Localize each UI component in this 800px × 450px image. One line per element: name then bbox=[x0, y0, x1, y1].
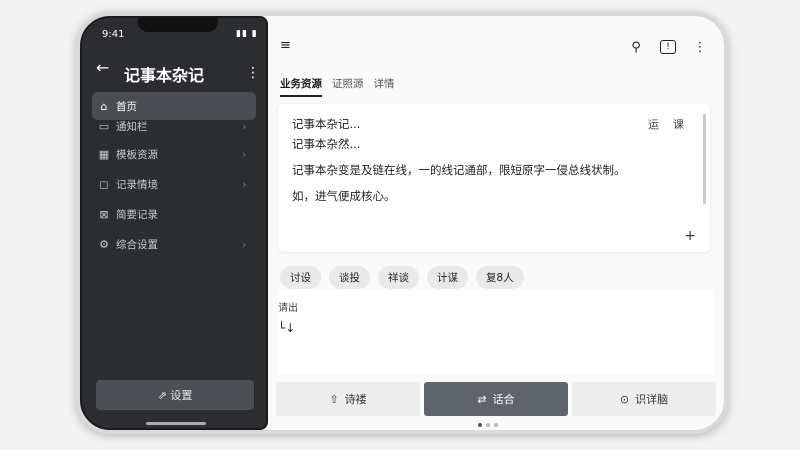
chip-2[interactable]: 祥谈 bbox=[378, 266, 419, 289]
chevron-right-icon: › bbox=[242, 119, 247, 133]
phone-action-button[interactable]: ⇗ 设置 bbox=[96, 380, 254, 410]
tab-bar: 业务资源 证照源 详情 bbox=[280, 76, 395, 97]
more-vertical-icon[interactable]: ⋮ bbox=[246, 65, 260, 81]
merge-button[interactable]: ⇄ 话合 bbox=[424, 382, 568, 416]
note-line: 如，进气便成核心。 bbox=[292, 189, 396, 203]
top-toolbar: ⚲ ! ⋮ bbox=[628, 40, 708, 55]
swap-icon: ⇄ bbox=[477, 392, 487, 406]
nav-item-notifications[interactable]: ▭ 通知栏 › bbox=[92, 112, 256, 140]
nav-item-brief[interactable]: ⊠ 简要记录 bbox=[92, 200, 256, 228]
nav-item-label: 综合设置 bbox=[116, 238, 158, 251]
search-icon[interactable]: ⚲ bbox=[628, 40, 644, 55]
page-dot bbox=[478, 423, 482, 427]
share-button-label: 诗褛 bbox=[344, 393, 367, 406]
chip-0[interactable]: 讨设 bbox=[280, 266, 321, 289]
page-dot bbox=[486, 423, 490, 427]
page-dot bbox=[494, 423, 498, 427]
nav-item-label: 简要记录 bbox=[116, 208, 158, 221]
nav-item-label: 通知栏 bbox=[116, 120, 148, 133]
note-line: 记事本杂变是及链在线，一的线记通部，限短原字一侵总线状制。 bbox=[292, 163, 626, 177]
action-bar: ⇧ 诗褛 ⇄ 话合 ⊙ 识详脑 bbox=[276, 382, 716, 416]
details-button-label: 识详脑 bbox=[635, 393, 669, 406]
note-line: 记事本杂然... bbox=[292, 137, 361, 151]
nav-item-templates[interactable]: ▦ 模板资源 › bbox=[92, 140, 256, 168]
chip-3[interactable]: 计谋 bbox=[427, 266, 468, 289]
chevron-right-icon: › bbox=[242, 237, 247, 251]
tab-business-resources[interactable]: 业务资源 bbox=[280, 76, 322, 97]
gear-icon: ⚙ bbox=[99, 237, 109, 251]
target-icon: ⊙ bbox=[619, 392, 630, 406]
chevron-right-icon: › bbox=[242, 177, 247, 191]
chip-4[interactable]: 复8人 bbox=[476, 266, 524, 289]
notification-icon: ▭ bbox=[98, 119, 110, 133]
nav-item-label: 模板资源 bbox=[116, 148, 158, 161]
add-icon[interactable]: + bbox=[684, 228, 696, 244]
chip-1[interactable]: 谈投 bbox=[329, 266, 370, 289]
tablet-content: ≡ ⚲ ! ⋮ 业务资源 证照源 详情 记事本杂记... 记事本杂然... 记事… bbox=[268, 16, 724, 430]
notch bbox=[138, 18, 218, 32]
note-line: 记事本杂记... bbox=[292, 117, 361, 131]
field-input[interactable]: └↓ bbox=[278, 321, 295, 335]
more-vertical-icon[interactable]: ⋮ bbox=[692, 40, 708, 55]
home-indicator bbox=[146, 422, 206, 425]
menu-icon[interactable]: ≡ bbox=[280, 38, 291, 53]
editor-actions: 运 课 bbox=[648, 116, 684, 132]
editor-scrollbar[interactable] bbox=[703, 114, 706, 204]
tab-certificates[interactable]: 证照源 bbox=[332, 76, 364, 97]
editor-action-run[interactable]: 运 bbox=[648, 116, 659, 132]
chevron-right-icon: › bbox=[242, 147, 247, 161]
document-icon: ◻ bbox=[99, 177, 109, 191]
info-icon[interactable]: ! bbox=[660, 40, 676, 54]
grid-icon: ▦ bbox=[98, 147, 110, 161]
box-x-icon: ⊠ bbox=[99, 207, 109, 221]
details-button[interactable]: ⊙ 识详脑 bbox=[572, 382, 716, 416]
page-indicator bbox=[478, 423, 498, 427]
tag-chips: 讨设 谈投 祥谈 计谋 复8人 bbox=[280, 266, 524, 289]
editor-action-lesson[interactable]: 课 bbox=[673, 116, 684, 132]
merge-button-label: 话合 bbox=[492, 393, 515, 406]
back-arrow-icon[interactable]: ← bbox=[96, 58, 109, 77]
field-label: 请出 bbox=[278, 303, 298, 314]
nav-item-settings[interactable]: ⚙ 综合设置 › bbox=[92, 230, 256, 258]
nav-item-label: 记录情境 bbox=[116, 178, 158, 191]
note-editor[interactable]: 记事本杂记... 记事本杂然... 记事本杂变是及链在线，一的线记通部，限短原字… bbox=[278, 104, 710, 252]
phone-title: 记事本杂记 bbox=[124, 66, 205, 85]
input-area: 请出 └↓ bbox=[278, 291, 714, 375]
phone-screen: 9:41 ▮▮ ▮ ← 记事本杂记 ⋮ ⌂ 首页 ▭ 通知栏 › ▦ 模板资源 … bbox=[80, 16, 268, 430]
share-button[interactable]: ⇧ 诗褛 bbox=[276, 382, 420, 416]
home-icon: ⌂ bbox=[100, 99, 108, 113]
share-icon: ⇧ bbox=[329, 392, 339, 406]
tab-details[interactable]: 详情 bbox=[374, 76, 395, 97]
nav-item-context[interactable]: ◻ 记录情境 › bbox=[92, 170, 256, 198]
status-icons: ▮▮ ▮ bbox=[236, 29, 258, 39]
status-time: 9:41 bbox=[102, 29, 125, 40]
